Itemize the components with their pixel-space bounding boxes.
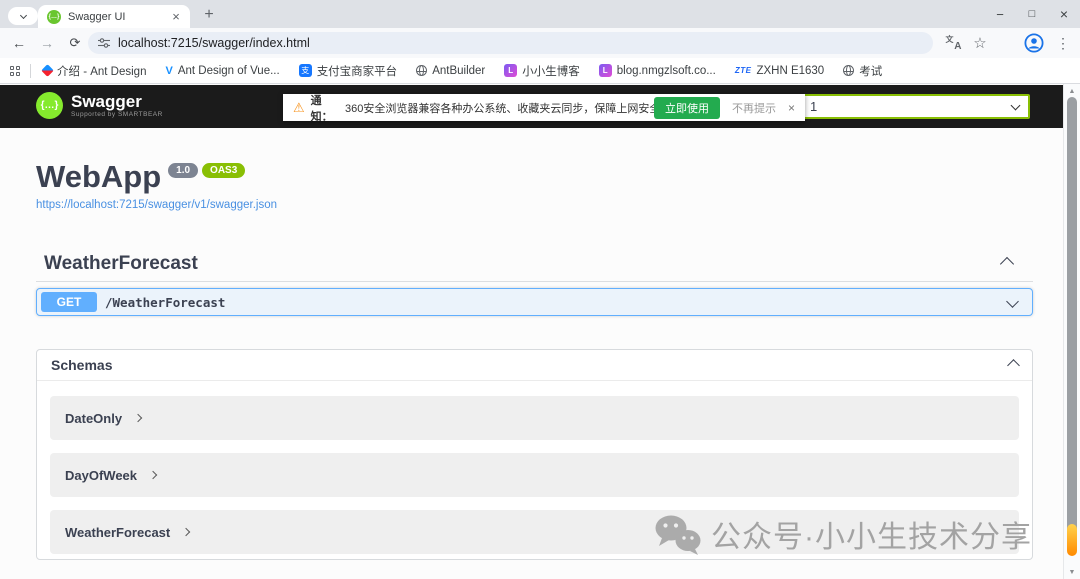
collapse-schemas-chevron-icon[interactable] xyxy=(1007,358,1020,372)
translate-glyph-a: A xyxy=(954,41,962,52)
expand-model-chevron-icon[interactable] xyxy=(148,470,158,480)
avatar-icon xyxy=(1024,33,1044,53)
collapse-tag-chevron-icon[interactable] xyxy=(999,256,1015,272)
scrollbar-thumb[interactable] xyxy=(1067,97,1077,537)
blog-icon: L xyxy=(504,64,518,77)
bookmark-label: 支付宝商家平台 xyxy=(316,65,398,78)
spec-url-link[interactable]: https://localhost:7215/swagger/v1/swagge… xyxy=(36,199,277,211)
ant-design-icon xyxy=(41,64,54,77)
scroll-down-icon[interactable]: ▼ xyxy=(1064,566,1080,578)
operation-path: /WeatherForecast xyxy=(105,295,226,310)
chevron-down-icon xyxy=(1010,100,1021,110)
tab-strip: {…} Swagger UI × + − □ × xyxy=(0,0,1080,28)
vue-icon: V xyxy=(165,64,173,77)
expand-model-chevron-icon[interactable] xyxy=(182,527,191,537)
bookmark-exam[interactable]: 考试 xyxy=(843,63,882,79)
schemas-title: Schemas xyxy=(51,357,113,373)
blog-icon: L xyxy=(598,64,612,77)
scrollbar-marker xyxy=(1067,524,1077,556)
bookmark-alipay[interactable]: 支 支付宝商家平台 xyxy=(298,63,398,79)
api-title: WebApp xyxy=(36,159,162,194)
swagger-logo-icon: {…} xyxy=(36,92,63,119)
warning-icon: ⚠ xyxy=(293,99,305,115)
bookmark-label: 介绍 - Ant Design xyxy=(57,65,147,78)
tab-swagger-ui[interactable]: {…} Swagger UI × xyxy=(38,5,190,28)
model-name: WeatherForecast xyxy=(65,524,171,540)
notice-action-button[interactable]: 立即使用 xyxy=(653,96,720,119)
model-name: DateOnly xyxy=(65,410,123,426)
watermark-text: 公众号·小小生技术分享 xyxy=(711,521,1032,554)
notice-text: 360安全浏览器兼容各种办公系统、收藏夹云同步，保障上网安全 xyxy=(344,102,654,115)
bookmark-nmgzlsoft[interactable]: L blog.nmgzlsoft.co... xyxy=(598,64,716,77)
bookmarks-bar: 介绍 - Ant Design V Ant Design of Vue... 支… xyxy=(0,58,1080,84)
profile-avatar[interactable] xyxy=(1022,28,1046,58)
bookmark-label: AntBuilder xyxy=(432,64,486,77)
bookmark-ant-design-vue[interactable]: V Ant Design of Vue... xyxy=(165,65,279,77)
bookmark-star-icon[interactable]: ☆ xyxy=(968,28,992,58)
model-dateonly[interactable]: DateOnly xyxy=(50,396,1019,440)
forward-button[interactable]: → xyxy=(34,28,60,58)
address-bar[interactable]: localhost:7215/swagger/index.html xyxy=(88,32,933,54)
chevron-down-icon xyxy=(19,11,27,19)
expand-operation-chevron-icon[interactable] xyxy=(1006,295,1019,308)
version-badge: 1.0 xyxy=(168,163,199,178)
tab-close-icon[interactable]: × xyxy=(168,9,184,25)
model-name: DayOfWeek xyxy=(65,467,138,483)
apps-grid-icon[interactable] xyxy=(10,65,20,76)
brand-subtitle: Supported by SMARTBEAR xyxy=(71,111,163,118)
globe-icon xyxy=(843,65,855,76)
tag-weatherforecast-header[interactable]: WeatherForecast xyxy=(44,253,198,275)
http-method-badge: GET xyxy=(41,292,97,312)
definition-select-value: 1 xyxy=(810,99,818,114)
browser-notice-banner: ⚠ 通知： 360安全浏览器兼容各种办公系统、收藏夹云同步，保障上网安全 立即使… xyxy=(283,94,805,123)
bookmark-label: ZXHN E1630 xyxy=(756,64,825,77)
globe-icon xyxy=(416,65,428,76)
swagger-logo: {…} Swagger Supported by SMARTBEAR xyxy=(36,92,163,119)
brand-name: Swagger xyxy=(71,92,142,111)
bookmark-label: 小小生博客 xyxy=(522,65,580,78)
scrollbar[interactable]: ▲ ▼ xyxy=(1063,84,1080,579)
bookmark-zxhn[interactable]: ZTE ZXHN E1630 xyxy=(735,65,824,77)
swagger-favicon-icon: {…} xyxy=(47,9,61,24)
definition-select[interactable]: 1 xyxy=(799,94,1030,119)
window-close-button[interactable]: × xyxy=(1048,0,1080,28)
divider xyxy=(36,281,1033,282)
new-tab-button[interactable]: + xyxy=(198,4,220,26)
watermark: 公众号·小小生技术分享 xyxy=(654,512,1032,556)
menu-dots-icon[interactable]: ⋮ xyxy=(1052,28,1074,58)
model-dayofweek[interactable]: DayOfWeek xyxy=(50,453,1019,497)
translate-glyph-cn: 文 xyxy=(945,35,954,44)
schemas-header[interactable]: Schemas xyxy=(37,350,1032,381)
oas3-badge: OAS3 xyxy=(202,163,246,178)
translate-icon[interactable]: 文 A xyxy=(942,28,964,58)
tab-search-button[interactable] xyxy=(8,7,38,25)
site-settings-icon[interactable] xyxy=(98,37,110,49)
tab-title: Swagger UI xyxy=(68,10,126,23)
expand-model-chevron-icon[interactable] xyxy=(133,413,143,423)
window-minimize-button[interactable]: − xyxy=(984,0,1016,28)
bookmark-xiaoxiaosheng-blog[interactable]: L 小小生博客 xyxy=(504,63,580,79)
wechat-icon xyxy=(655,515,701,555)
window-maximize-button[interactable]: □ xyxy=(1016,0,1048,28)
bookmark-label: blog.nmgzlsoft.co... xyxy=(616,64,716,77)
divider xyxy=(30,63,31,78)
swagger-topbar: {…} Swagger Supported by SMARTBEAR 1 ⚠ 通… xyxy=(0,85,1063,128)
bookmark-ant-design[interactable]: 介绍 - Ant Design xyxy=(41,63,147,79)
bookmark-label: Ant Design of Vue... xyxy=(177,64,280,77)
zte-icon: ZTE xyxy=(734,66,752,75)
notice-label: 通知： xyxy=(310,94,333,123)
alipay-icon: 支 xyxy=(298,64,312,77)
back-button[interactable]: ← xyxy=(6,28,32,58)
operation-get-weatherforecast[interactable]: GET /WeatherForecast xyxy=(36,288,1033,316)
notice-close-icon[interactable]: × xyxy=(788,101,795,115)
refresh-button[interactable]: ⟳ xyxy=(62,28,88,58)
bookmark-label: 考试 xyxy=(859,65,883,78)
bookmark-antbuilder[interactable]: AntBuilder xyxy=(416,65,485,77)
url-text: localhost:7215/swagger/index.html xyxy=(118,36,310,50)
scroll-up-icon[interactable]: ▲ xyxy=(1064,85,1080,97)
notice-dismiss-button[interactable]: 不再提示 xyxy=(732,100,776,116)
browser-window: {…} Swagger UI × + − □ × ← → ⟳ localhost… xyxy=(0,0,1080,579)
